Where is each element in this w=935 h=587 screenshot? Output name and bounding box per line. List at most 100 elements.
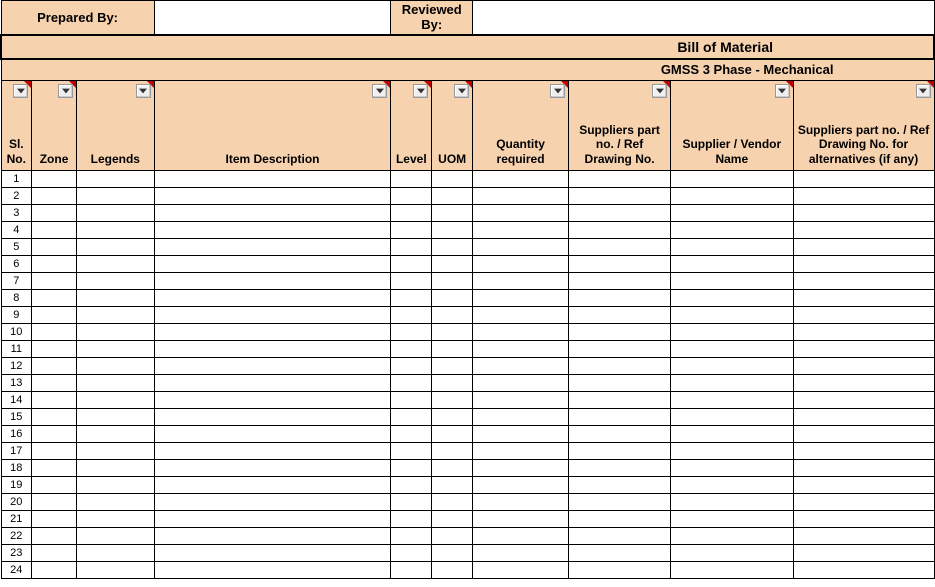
cell-quantity-required[interactable] (473, 545, 569, 562)
cell-suppliers-part[interactable] (569, 256, 671, 273)
cell-level[interactable] (391, 545, 432, 562)
cell-uom[interactable] (432, 443, 473, 460)
cell-sl-no[interactable]: 2 (1, 188, 32, 205)
cell-suppliers-part[interactable] (569, 426, 671, 443)
filter-button[interactable] (136, 84, 151, 98)
cell-legends[interactable] (77, 392, 155, 409)
cell-quantity-required[interactable] (473, 307, 569, 324)
cell-suppliers-alt[interactable] (793, 171, 934, 188)
cell-level[interactable] (391, 392, 432, 409)
cell-item-description[interactable] (154, 307, 391, 324)
cell-level[interactable] (391, 205, 432, 222)
cell-sl-no[interactable]: 4 (1, 222, 32, 239)
cell-quantity-required[interactable] (473, 171, 569, 188)
cell-level[interactable] (391, 341, 432, 358)
filter-button[interactable] (775, 84, 790, 98)
cell-zone[interactable] (32, 528, 77, 545)
cell-zone[interactable] (32, 239, 77, 256)
cell-zone[interactable] (32, 562, 77, 579)
cell-supplier-vendor[interactable] (671, 273, 793, 290)
cell-uom[interactable] (432, 256, 473, 273)
cell-suppliers-part[interactable] (569, 375, 671, 392)
cell-suppliers-part[interactable] (569, 273, 671, 290)
filter-button[interactable] (58, 84, 73, 98)
cell-zone[interactable] (32, 307, 77, 324)
cell-level[interactable] (391, 256, 432, 273)
cell-sl-no[interactable]: 11 (1, 341, 32, 358)
cell-supplier-vendor[interactable] (671, 188, 793, 205)
cell-quantity-required[interactable] (473, 562, 569, 579)
cell-level[interactable] (391, 358, 432, 375)
cell-item-description[interactable] (154, 290, 391, 307)
cell-quantity-required[interactable] (473, 375, 569, 392)
cell-item-description[interactable] (154, 341, 391, 358)
cell-uom[interactable] (432, 409, 473, 426)
cell-legends[interactable] (77, 545, 155, 562)
cell-suppliers-part[interactable] (569, 494, 671, 511)
cell-supplier-vendor[interactable] (671, 375, 793, 392)
cell-uom[interactable] (432, 375, 473, 392)
cell-legends[interactable] (77, 528, 155, 545)
cell-suppliers-alt[interactable] (793, 307, 934, 324)
cell-item-description[interactable] (154, 375, 391, 392)
cell-suppliers-alt[interactable] (793, 426, 934, 443)
cell-quantity-required[interactable] (473, 239, 569, 256)
cell-uom[interactable] (432, 545, 473, 562)
cell-supplier-vendor[interactable] (671, 494, 793, 511)
cell-legends[interactable] (77, 375, 155, 392)
cell-sl-no[interactable]: 20 (1, 494, 32, 511)
cell-suppliers-part[interactable] (569, 188, 671, 205)
cell-supplier-vendor[interactable] (671, 511, 793, 528)
cell-item-description[interactable] (154, 205, 391, 222)
cell-item-description[interactable] (154, 392, 391, 409)
cell-item-description[interactable] (154, 409, 391, 426)
cell-uom[interactable] (432, 341, 473, 358)
cell-legends[interactable] (77, 205, 155, 222)
cell-suppliers-part[interactable] (569, 171, 671, 188)
cell-suppliers-alt[interactable] (793, 375, 934, 392)
cell-suppliers-part[interactable] (569, 307, 671, 324)
cell-legends[interactable] (77, 341, 155, 358)
cell-supplier-vendor[interactable] (671, 562, 793, 579)
cell-zone[interactable] (32, 477, 77, 494)
cell-quantity-required[interactable] (473, 205, 569, 222)
cell-supplier-vendor[interactable] (671, 545, 793, 562)
cell-sl-no[interactable]: 18 (1, 460, 32, 477)
cell-item-description[interactable] (154, 443, 391, 460)
cell-supplier-vendor[interactable] (671, 239, 793, 256)
cell-level[interactable] (391, 460, 432, 477)
cell-zone[interactable] (32, 443, 77, 460)
cell-sl-no[interactable]: 22 (1, 528, 32, 545)
cell-level[interactable] (391, 273, 432, 290)
cell-item-description[interactable] (154, 562, 391, 579)
cell-legends[interactable] (77, 171, 155, 188)
cell-zone[interactable] (32, 256, 77, 273)
cell-suppliers-part[interactable] (569, 545, 671, 562)
cell-suppliers-alt[interactable] (793, 222, 934, 239)
cell-zone[interactable] (32, 511, 77, 528)
cell-quantity-required[interactable] (473, 460, 569, 477)
cell-quantity-required[interactable] (473, 188, 569, 205)
cell-quantity-required[interactable] (473, 392, 569, 409)
cell-quantity-required[interactable] (473, 477, 569, 494)
cell-legends[interactable] (77, 443, 155, 460)
cell-suppliers-part[interactable] (569, 511, 671, 528)
cell-supplier-vendor[interactable] (671, 477, 793, 494)
cell-zone[interactable] (32, 188, 77, 205)
cell-sl-no[interactable]: 10 (1, 324, 32, 341)
cell-sl-no[interactable]: 12 (1, 358, 32, 375)
cell-uom[interactable] (432, 205, 473, 222)
cell-supplier-vendor[interactable] (671, 307, 793, 324)
cell-quantity-required[interactable] (473, 443, 569, 460)
cell-supplier-vendor[interactable] (671, 171, 793, 188)
cell-level[interactable] (391, 188, 432, 205)
cell-supplier-vendor[interactable] (671, 392, 793, 409)
cell-quantity-required[interactable] (473, 528, 569, 545)
cell-zone[interactable] (32, 460, 77, 477)
cell-suppliers-alt[interactable] (793, 511, 934, 528)
cell-legends[interactable] (77, 188, 155, 205)
cell-uom[interactable] (432, 528, 473, 545)
cell-sl-no[interactable]: 5 (1, 239, 32, 256)
cell-suppliers-part[interactable] (569, 290, 671, 307)
cell-uom[interactable] (432, 239, 473, 256)
